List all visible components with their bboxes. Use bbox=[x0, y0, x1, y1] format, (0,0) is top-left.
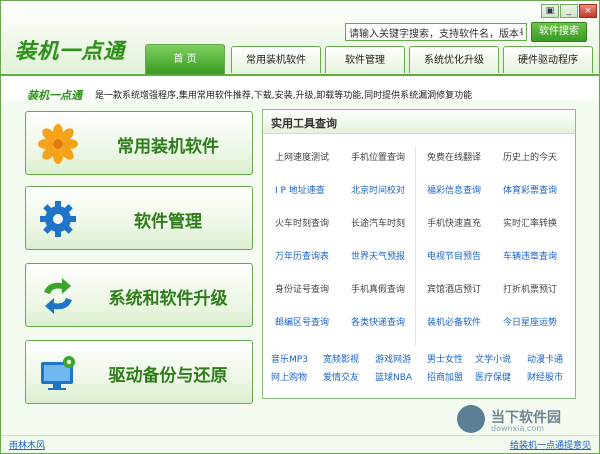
tool-link[interactable]: 车辆违章查询 bbox=[503, 249, 557, 262]
category-link[interactable]: 医疗保健 bbox=[475, 370, 511, 383]
tool-link[interactable]: I P 地址速查 bbox=[275, 183, 325, 196]
tool-link[interactable]: 电视节目预告 bbox=[427, 249, 481, 262]
category-link[interactable]: 男士女性 bbox=[427, 352, 463, 365]
minimize-button[interactable]: _ bbox=[560, 4, 578, 18]
tool-link[interactable]: 免费在线翻译 bbox=[427, 150, 481, 163]
tool-link[interactable]: 体育彩票查询 bbox=[503, 183, 557, 196]
feedback-link[interactable]: 给装机一点通提意见 bbox=[510, 438, 591, 451]
tools-header: 实用工具查询 bbox=[263, 110, 575, 134]
description-bar: 装机一点通 是一款系统增强程序,集用常用软件推荐,下载,安装,升级,卸载等功能,… bbox=[1, 74, 599, 102]
tool-link[interactable]: 上网速度测试 bbox=[275, 150, 329, 163]
tool-link[interactable]: 打折机票预订 bbox=[503, 282, 557, 295]
tool-link[interactable]: 手机位置查询 bbox=[351, 150, 405, 163]
tool-link[interactable]: 宾馆酒店预订 bbox=[427, 282, 481, 295]
category-link[interactable]: 篮球NBA bbox=[375, 370, 412, 383]
driver-backup-button[interactable]: 驱动备份与还原 bbox=[25, 340, 253, 404]
close-button[interactable]: × bbox=[579, 4, 597, 18]
category-link[interactable]: 游戏网游 bbox=[375, 352, 411, 365]
gear-icon bbox=[40, 201, 76, 237]
tool-link[interactable]: 福彩信息查询 bbox=[427, 183, 481, 196]
tool-link[interactable]: 装机必备软件 bbox=[427, 315, 481, 328]
tool-link[interactable]: 手机真假查询 bbox=[351, 282, 405, 295]
watermark-subtitle: downxia.com bbox=[491, 424, 545, 433]
description-brand: 装机一点通 bbox=[27, 89, 82, 102]
watermark: 当下软件园 downxia.com bbox=[453, 405, 593, 435]
app-window: 装机一点通 ▣ _ × 软件搜索 首 页 常用装机软件 软件管理 系统优化升级 … bbox=[0, 0, 600, 454]
system-upgrade-button[interactable]: 系统和软件升级 bbox=[25, 263, 253, 327]
tool-link[interactable]: 万年历查询表 bbox=[275, 249, 329, 262]
skin-button[interactable]: ▣ bbox=[541, 4, 559, 18]
app-logo: 装机一点通 bbox=[15, 39, 125, 63]
tab-system-optimize[interactable]: 系统优化升级 bbox=[409, 46, 499, 73]
tool-link[interactable]: 火车时刻查询 bbox=[275, 216, 329, 229]
driver-backup-label: 驱动备份与还原 bbox=[108, 366, 228, 386]
tool-link[interactable]: 世界天气预报 bbox=[351, 249, 405, 262]
category-link[interactable]: 音乐MP3 bbox=[271, 352, 308, 365]
common-software-button[interactable]: 常用装机软件 bbox=[25, 111, 253, 175]
tool-link[interactable]: 身份证号查询 bbox=[275, 282, 329, 295]
refresh-arrows-icon bbox=[44, 278, 72, 314]
software-management-label: 软件管理 bbox=[134, 212, 202, 232]
tab-home[interactable]: 首 页 bbox=[145, 44, 225, 74]
category-link[interactable]: 爱情交友 bbox=[323, 370, 359, 383]
tools-title: 实用工具查询 bbox=[271, 117, 337, 130]
category-link[interactable]: 文学小说 bbox=[475, 352, 511, 365]
category-link[interactable]: 动漫卡通 bbox=[527, 352, 563, 365]
monitor-gear-icon bbox=[41, 356, 75, 390]
tool-link[interactable]: 实时汇率转换 bbox=[503, 216, 557, 229]
tool-link[interactable]: 各类快递查询 bbox=[351, 315, 405, 328]
status-bar: 雨林木风 给装机一点通提意见 bbox=[1, 435, 599, 453]
status-left-link[interactable]: 雨林木风 bbox=[9, 438, 45, 451]
category-link[interactable]: 网上购物 bbox=[271, 370, 307, 383]
software-management-button[interactable]: 软件管理 bbox=[25, 186, 253, 250]
utility-tools-panel: 实用工具查询 上网速度测试 手机位置查询 免费在线翻译 历史上的今天 I P 地址速查 北… bbox=[262, 109, 576, 399]
tool-link[interactable]: 手机快速直充 bbox=[427, 216, 481, 229]
tool-link[interactable]: 历史上的今天 bbox=[503, 150, 557, 163]
tool-link[interactable]: 邮编区号查询 bbox=[275, 315, 329, 328]
system-upgrade-label: 系统和软件升级 bbox=[108, 289, 228, 309]
search-input[interactable] bbox=[345, 23, 527, 41]
watermark-logo-icon bbox=[457, 405, 485, 433]
tool-link[interactable]: 北京时间校对 bbox=[351, 183, 405, 196]
tool-link[interactable]: 长途汽车时刻 bbox=[351, 216, 405, 229]
tab-common-software[interactable]: 常用装机软件 bbox=[231, 46, 321, 73]
category-link[interactable]: 招商加盟 bbox=[427, 370, 463, 383]
tab-hardware-drivers[interactable]: 硬件驱动程序 bbox=[503, 46, 593, 73]
category-link[interactable]: 宽频影视 bbox=[323, 352, 359, 365]
search-button[interactable]: 软件搜索 bbox=[531, 22, 587, 42]
description-text: 是一款系统增强程序,集用常用软件推荐,下载,安装,升级,卸载等功能,同时提供系统… bbox=[95, 91, 473, 101]
tab-software-management[interactable]: 软件管理 bbox=[325, 46, 405, 73]
tools-grid: 上网速度测试 手机位置查询 免费在线翻译 历史上的今天 I P 地址速查 北京时间校对 福彩… bbox=[267, 150, 573, 342]
tool-link[interactable]: 今日星座运势 bbox=[503, 315, 557, 328]
category-link[interactable]: 财经股市 bbox=[527, 370, 563, 383]
flower-icon bbox=[38, 124, 78, 164]
common-software-label: 常用装机软件 bbox=[117, 137, 219, 157]
